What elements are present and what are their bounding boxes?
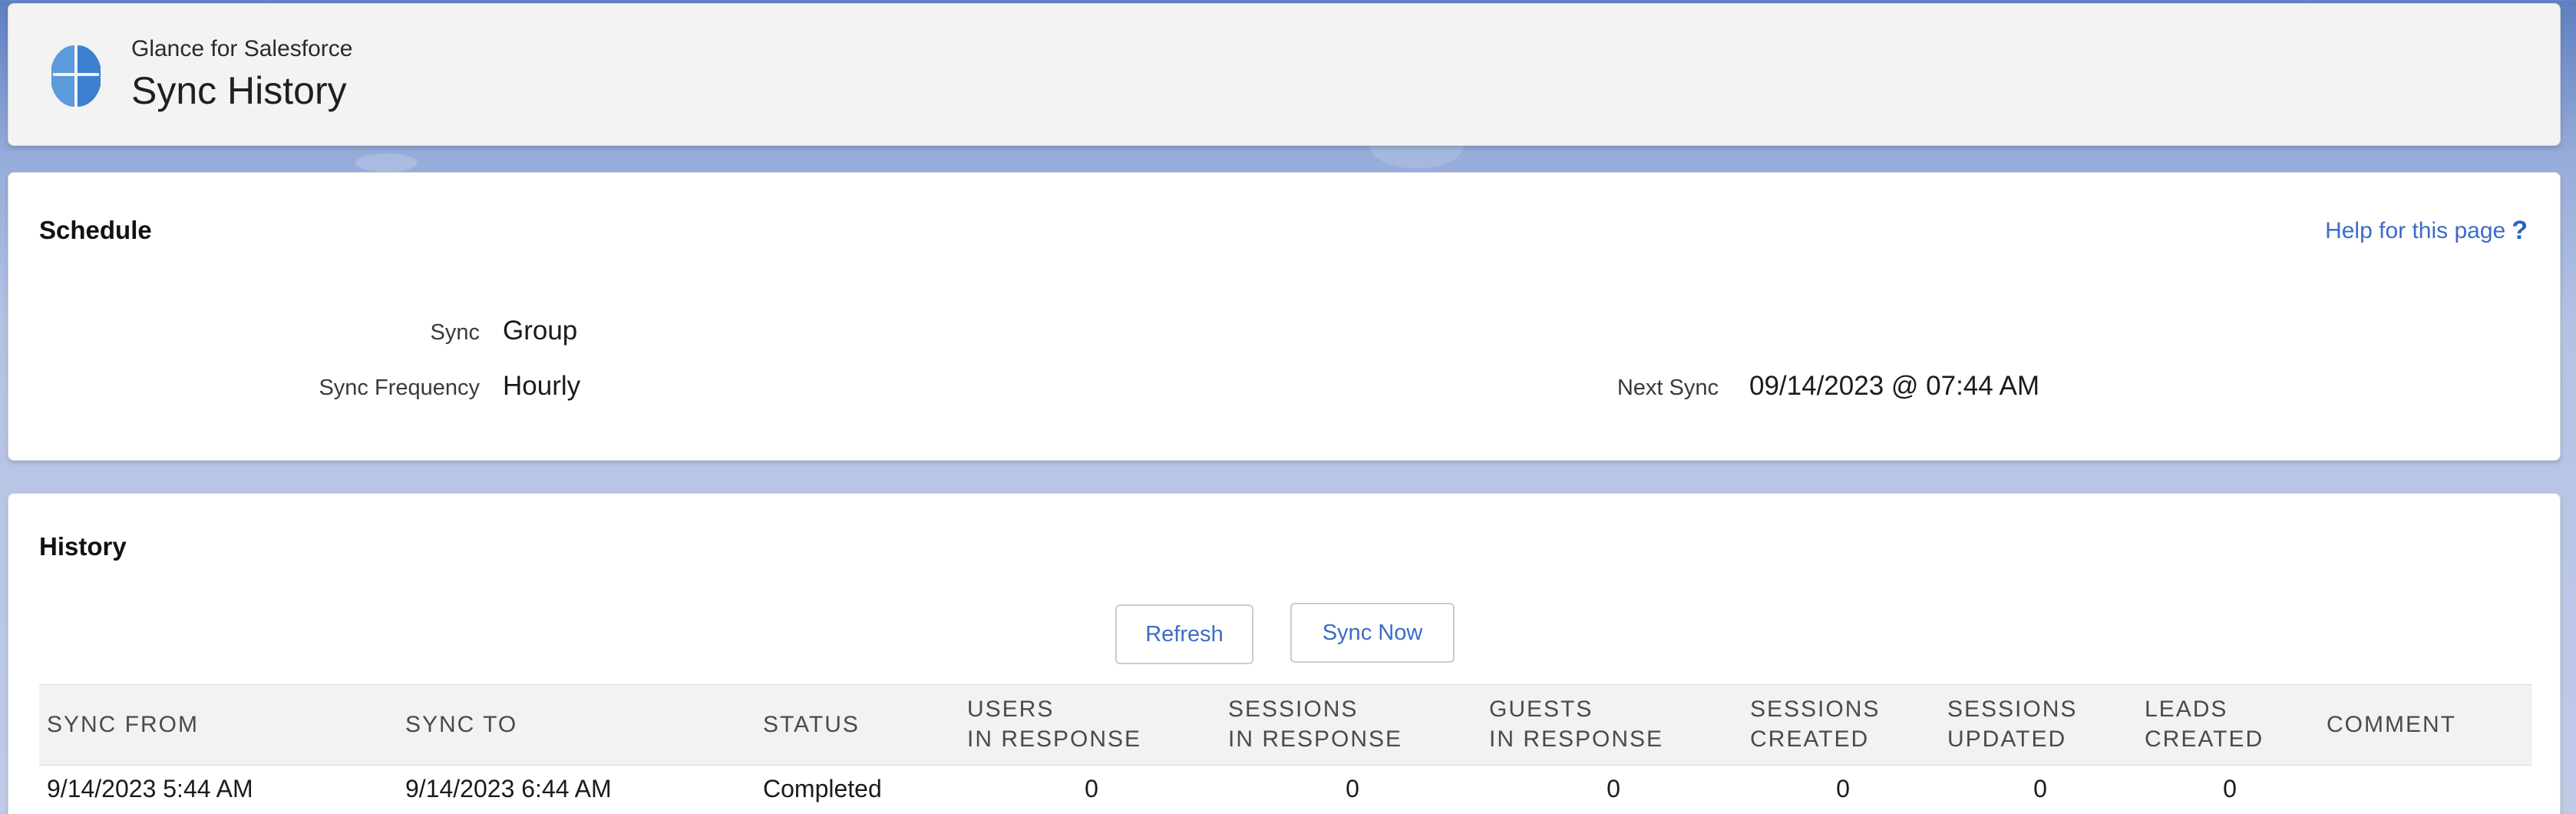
column-header-status[interactable]: STATUS bbox=[763, 710, 860, 740]
column-header-sync-from[interactable]: SYNC FROM bbox=[47, 710, 199, 740]
column-header-leads-created[interactable]: LEADS CREATED bbox=[2145, 694, 2264, 754]
cell-sessions-updated: 0 bbox=[2033, 775, 2047, 802]
sync-value: Group bbox=[503, 316, 578, 346]
sync-frequency-label: Sync Frequency bbox=[319, 376, 480, 400]
sync-frequency-value: Hourly bbox=[503, 371, 581, 401]
sync-now-button[interactable]: Sync Now bbox=[1290, 603, 1455, 663]
column-header-sessions-in-response[interactable]: SESSIONS IN RESPONSE bbox=[1228, 694, 1402, 754]
schedule-title: Schedule bbox=[39, 216, 152, 244]
history-title: History bbox=[39, 532, 127, 561]
page-header: Glance for Salesforce Sync History bbox=[8, 3, 2561, 146]
column-header-sessions-created[interactable]: SESSIONS CREATED bbox=[1750, 694, 1880, 754]
cell-leads-created: 0 bbox=[2223, 775, 2237, 802]
cell-guests-in-response: 0 bbox=[1607, 775, 1620, 802]
glance-logo-icon bbox=[51, 44, 101, 108]
help-icon[interactable]: ? bbox=[2512, 216, 2528, 246]
cell-sync-from: 9/14/2023 5:44 AM bbox=[47, 775, 253, 802]
app-name: Glance for Salesforce bbox=[131, 36, 353, 61]
next-sync-value: 09/14/2023 @ 07:44 AM bbox=[1749, 371, 2040, 401]
cell-status: Completed bbox=[763, 775, 882, 802]
page-title: Sync History bbox=[131, 69, 347, 112]
cell-sessions-in-response: 0 bbox=[1346, 775, 1359, 802]
cell-users-in-response: 0 bbox=[1085, 775, 1098, 802]
column-header-sync-to[interactable]: SYNC TO bbox=[405, 710, 517, 740]
sync-label: Sync bbox=[430, 320, 480, 345]
help-link[interactable]: Help for this page ? bbox=[2325, 216, 2528, 246]
help-link-label[interactable]: Help for this page bbox=[2325, 218, 2505, 244]
refresh-button[interactable]: Refresh bbox=[1115, 604, 1253, 664]
history-table-header: SYNC FROM SYNC TO STATUS USERS IN RESPON… bbox=[39, 684, 2532, 766]
cell-sync-to: 9/14/2023 6:44 AM bbox=[405, 775, 612, 802]
cell-sessions-created: 0 bbox=[1836, 775, 1850, 802]
next-sync-label: Next Sync bbox=[1617, 376, 1719, 400]
history-section: History Refresh Sync Now SYNC FROM SYNC … bbox=[8, 493, 2561, 814]
column-header-users-in-response[interactable]: USERS IN RESPONSE bbox=[967, 694, 1141, 754]
schedule-section: Schedule Help for this page ? Sync Group… bbox=[8, 172, 2561, 461]
column-header-comment[interactable]: COMMENT bbox=[2327, 710, 2456, 740]
column-header-guests-in-response[interactable]: GUESTS IN RESPONSE bbox=[1489, 694, 1663, 754]
column-header-sessions-updated[interactable]: SESSIONS UPDATED bbox=[1947, 694, 2077, 754]
